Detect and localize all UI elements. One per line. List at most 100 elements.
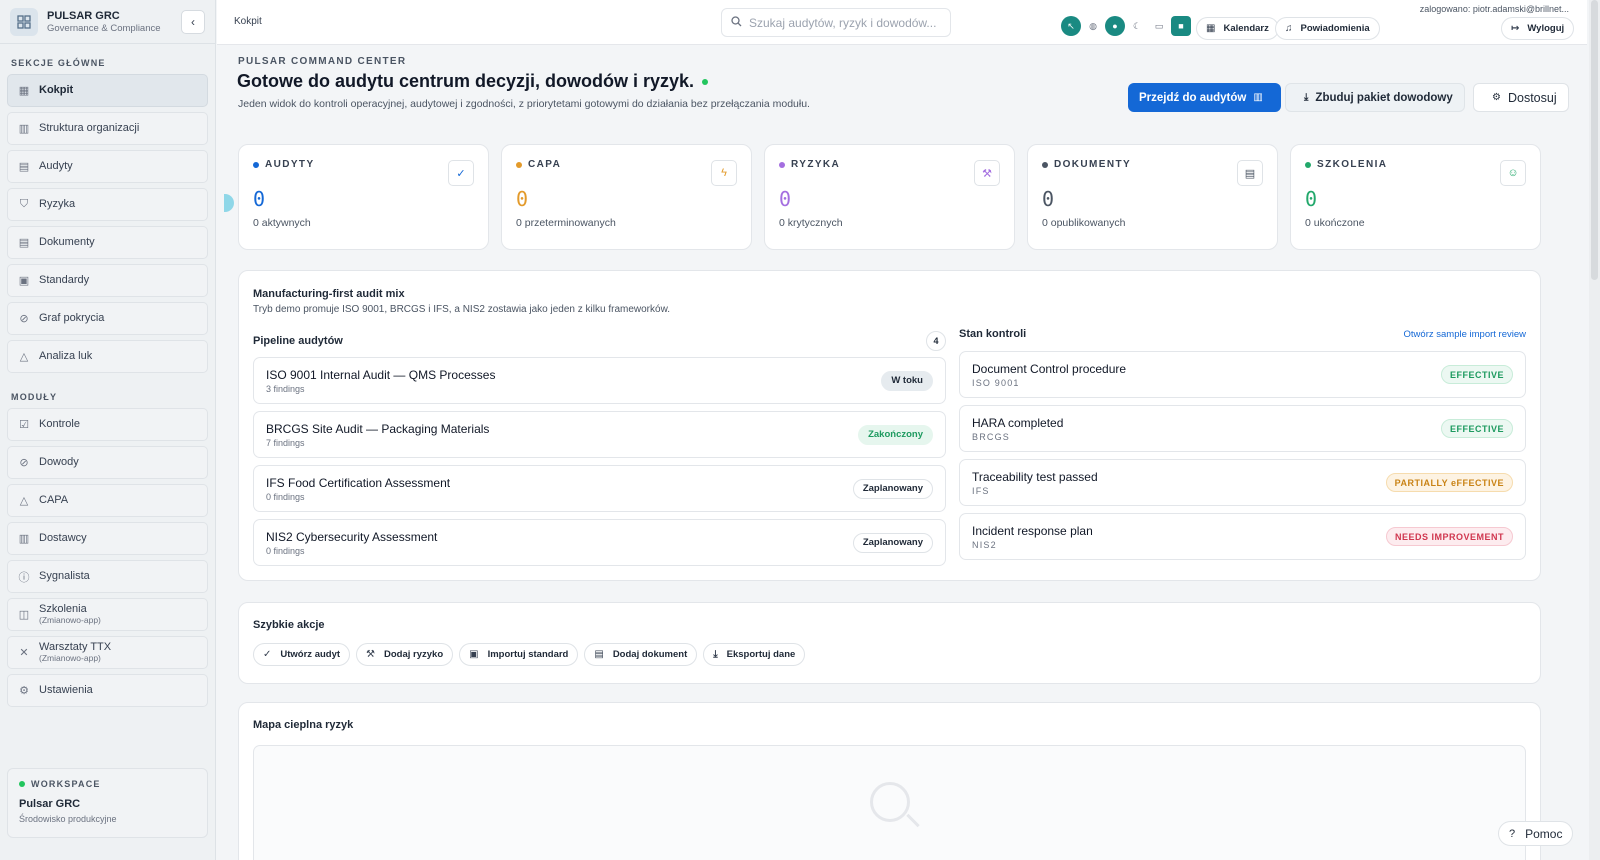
sidebar-item-dokumenty[interactable]: ▤ Dokumenty — [7, 226, 208, 259]
control-row[interactable]: Document Control procedure ISO 9001 EFFECT… — [959, 351, 1526, 398]
breadcrumb[interactable]: Kokpit — [234, 16, 262, 27]
audit-name: IFS Food Certification Assessment — [266, 475, 451, 490]
logout-button[interactable]: ↦ Wyloguj — [1501, 17, 1575, 40]
controls-title: Stan kontroli — [959, 328, 1027, 340]
audit-findings: 7 findings — [266, 437, 305, 448]
toolbar-icons: ↖ ◍ ● ☾ ▭ ■ — [1061, 16, 1193, 36]
kpi-card-capa[interactable]: CAPA ϟ 0 0 przeterminowanych — [501, 144, 752, 250]
lightning-icon[interactable]: ϟ — [711, 160, 737, 186]
quick-action-dodaj-dokument-button[interactable]: ▤ Dodaj dokument — [584, 643, 698, 666]
audit-name: ISO 9001 Internal Audit — QMS Processes — [266, 367, 496, 382]
quick-action-eksportuj-dane-button[interactable]: ⤓ Eksportuj dane — [703, 643, 806, 666]
kpi-sublabel: 0 krytycznych — [779, 217, 843, 229]
kpi-sublabel: 0 przeterminowanych — [516, 217, 616, 229]
build-evidence-pack-button[interactable]: ⤓ Zbuduj pakiet dowodowy — [1285, 83, 1465, 112]
sidebar-item-ryzyka[interactable]: ⛉ Ryzyka — [7, 188, 208, 221]
kpi-dot-icon — [1042, 161, 1048, 168]
brand-subtitle: Governance & Compliance — [47, 22, 161, 34]
notifications-button[interactable]: ♫ Powiadomienia — [1275, 17, 1380, 40]
panel-icon[interactable]: ■ — [1171, 16, 1191, 36]
audit-mix-subtitle: Tryb demo promuje ISO 9001, BRCGS i IFS,… — [253, 304, 671, 315]
sidebar-item-sygnalista[interactable]: ⓘ Sygnalista — [7, 560, 208, 593]
pipeline-count-badge: 4 — [926, 331, 946, 351]
sidebar-item-dostawcy[interactable]: ▥ Dostawcy — [7, 522, 208, 555]
sidebar-item-warsztaty-ttx[interactable]: ✕ Warsztaty TTX (Zmianowo-app) — [7, 636, 208, 669]
scrollbar[interactable] — [1589, 0, 1600, 860]
sidebar-item-sublabel: (Zmianowo-app) — [39, 614, 101, 625]
kpi-card-dokumenty[interactable]: DOKUMENTY ▤ 0 0 opublikowanych — [1027, 144, 1278, 250]
magnifier-icon — [870, 782, 910, 822]
grid-logo-icon — [10, 7, 38, 36]
kpi-card-szkolenia[interactable]: SZKOLENIA ☺ 0 0 ukończone — [1290, 144, 1541, 250]
workspace-card[interactable]: WORKSPACE Pulsar GRC Środowisko produkcy… — [7, 768, 208, 838]
sidebar-item-ustawienia[interactable]: ⚙ Ustawienia — [7, 674, 208, 707]
book-open-icon: ◫ — [18, 609, 30, 621]
check-icon[interactable]: ✓ — [448, 160, 474, 186]
topbar: Kokpit Szukaj audytów, ryzyk i dowodów..… — [217, 0, 1587, 45]
check-circle-icon: ⊘ — [19, 313, 29, 325]
gear-icon: ⚙ — [1492, 92, 1501, 103]
control-row[interactable]: Incident response plan NIS2 NEEDS IMPROVEM… — [959, 513, 1526, 560]
quick-actions-card: Szybkie akcje ✓ Utwórz audyt ⚒ Dodaj ryzyko… — [238, 602, 1541, 684]
risk-heatmap-card: Mapa cieplna ryzyk — [238, 702, 1541, 860]
sample-import-review-link[interactable]: Otwórz sample import review — [1404, 329, 1526, 340]
cursor-icon[interactable]: ↖ — [1061, 16, 1081, 36]
sidebar-item-audyty[interactable]: ▤ Audyty — [7, 150, 208, 183]
control-name: Document Control procedure — [972, 361, 1127, 376]
pin-icon[interactable]: ● — [1105, 16, 1125, 36]
kpi-label: SZKOLENIA — [1317, 159, 1388, 170]
users-icon[interactable]: ☺ — [1500, 160, 1526, 186]
globe-icon[interactable]: ◍ — [1083, 16, 1103, 36]
pipeline-row[interactable]: NIS2 Cybersecurity Assessment 0 findings Z… — [253, 519, 946, 566]
kpi-card-ryzyka[interactable]: RYZYKA ⚒ 0 0 krytycznych — [764, 144, 1015, 250]
logged-in-user: zalogowano: piotr.adamski@brillnet... — [1419, 4, 1569, 14]
status-badge: W toku — [881, 370, 933, 391]
search-input[interactable]: Szukaj audytów, ryzyk i dowodów... — [721, 8, 951, 37]
sidebar-item-capa[interactable]: △ CAPA — [7, 484, 208, 517]
audit-name: BRCGS Site Audit — Packaging Materials — [266, 421, 490, 436]
kpi-card-audyty[interactable]: AUDYTY ✓ 0 0 aktywnych — [238, 144, 489, 250]
document-icon[interactable]: ▤ — [1237, 160, 1263, 186]
pipeline-row[interactable]: BRCGS Site Audit — Packaging Materials 7 … — [253, 411, 946, 458]
control-row[interactable]: Traceability test passed IFS PARTIALLY eFF… — [959, 459, 1526, 506]
sidebar-item-sublabel: (Zmianowo-app) — [39, 652, 101, 663]
live-dot-icon — [702, 78, 709, 85]
status-badge: Zaplanowany — [852, 478, 933, 499]
kpi-label: AUDYTY — [265, 159, 315, 170]
help-button[interactable]: ? Pomoc — [1498, 821, 1574, 846]
status-badge: Zakończony — [858, 424, 933, 445]
sidebar-item-analiza-luk[interactable]: △ Analiza luk — [7, 340, 208, 373]
quick-action-dodaj-ryzyko-button[interactable]: ⚒ Dodaj ryzyko — [356, 643, 454, 666]
sidebar-item-kokpit[interactable]: ▦ Kokpit — [7, 74, 208, 107]
sidebar-item-graf-pokrycia[interactable]: ⊘ Graf pokrycia — [7, 302, 208, 335]
calendar-button[interactable]: ▦ Kalendarz — [1196, 17, 1279, 40]
sidebar-item-dowody[interactable]: ⊘ Dowody — [7, 446, 208, 479]
kpi-dot-icon — [253, 161, 259, 168]
sidebar-item-szkolenia[interactable]: ◫ Szkolenia (Zmianowo-app) — [7, 598, 208, 631]
scrollbar-thumb[interactable] — [1591, 0, 1598, 280]
effectiveness-badge: EFFECTIVE — [1440, 365, 1513, 384]
pipeline-row[interactable]: IFS Food Certification Assessment 0 findi… — [253, 465, 946, 512]
quick-action-utwórz-audyt-button[interactable]: ✓ Utwórz audyt — [253, 643, 351, 666]
kpi-value: 0 — [1042, 187, 1055, 211]
page-title: Gotowe do audytu centrum decyzji, dowodó… — [237, 71, 695, 91]
sidebar-item-label: Dokumenty — [39, 235, 95, 248]
moon-icon[interactable]: ☾ — [1127, 16, 1147, 36]
pipeline-row[interactable]: ISO 9001 Internal Audit — QMS Processes 3… — [253, 357, 946, 404]
customize-button[interactable]: ⚙ Dostosuj — [1473, 83, 1569, 112]
hammer-icon[interactable]: ⚒ — [974, 160, 1000, 186]
sidebar-item-kontrole[interactable]: ☑ Kontrole — [7, 408, 208, 441]
quick-action-importuj-standard-button[interactable]: ▣ Importuj standard — [459, 643, 579, 666]
monitor-icon[interactable]: ▭ — [1149, 16, 1169, 36]
sidebar-item-label: Dostawcy — [39, 531, 87, 544]
brand-title: PULSAR GRC — [47, 9, 120, 22]
warning-icon: △ — [19, 495, 29, 507]
collapse-sidebar-button[interactable]: ‹ — [181, 9, 205, 34]
check-icon: ✓ — [263, 649, 272, 660]
control-row[interactable]: HARA completed BRCGS EFFECTIVE — [959, 405, 1526, 452]
sidebar-item-struktura-organizacji[interactable]: ▥ Struktura organizacji — [7, 112, 208, 145]
pipeline-title: Pipeline audytów — [253, 335, 343, 347]
sidebar-item-standardy[interactable]: ▣ Standardy — [7, 264, 208, 297]
search-placeholder: Szukaj audytów, ryzyk i dowodów... — [749, 15, 937, 30]
go-to-audits-button[interactable]: Przejdź do audytów ▥ — [1128, 83, 1281, 112]
